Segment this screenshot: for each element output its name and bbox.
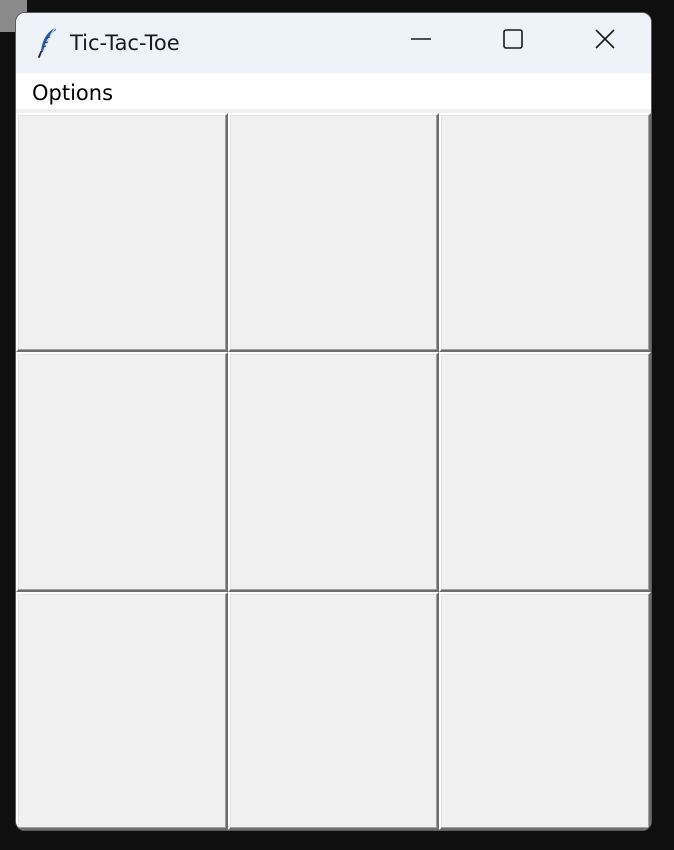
board-cell-r1c3[interactable] <box>439 113 651 352</box>
menu-options[interactable]: Options <box>31 79 114 107</box>
board-cell-r3c3[interactable] <box>439 592 651 830</box>
window-title: Tic-Tac-Toe <box>70 31 180 55</box>
board-cell-r2c2[interactable] <box>228 352 439 592</box>
minimize-icon <box>410 28 432 54</box>
board-cell-r2c3[interactable] <box>439 352 651 592</box>
feather-icon <box>36 26 60 58</box>
board-cell-r1c2[interactable] <box>228 113 439 352</box>
minimize-button[interactable] <box>375 13 467 69</box>
tic-tac-toe-window: Tic-Tac-Toe Options <box>15 12 652 831</box>
title-bar[interactable]: Tic-Tac-Toe <box>16 13 651 73</box>
board-cell-r3c1[interactable] <box>16 592 228 830</box>
maximize-button[interactable] <box>467 13 559 69</box>
board-cell-r3c2[interactable] <box>228 592 439 830</box>
menu-bar: Options <box>16 73 651 109</box>
game-board <box>16 113 651 830</box>
board-cell-r2c1[interactable] <box>16 352 228 592</box>
close-icon <box>594 28 616 54</box>
close-button[interactable] <box>559 13 651 69</box>
board-cell-r1c1[interactable] <box>16 113 228 352</box>
maximize-icon <box>502 28 524 54</box>
